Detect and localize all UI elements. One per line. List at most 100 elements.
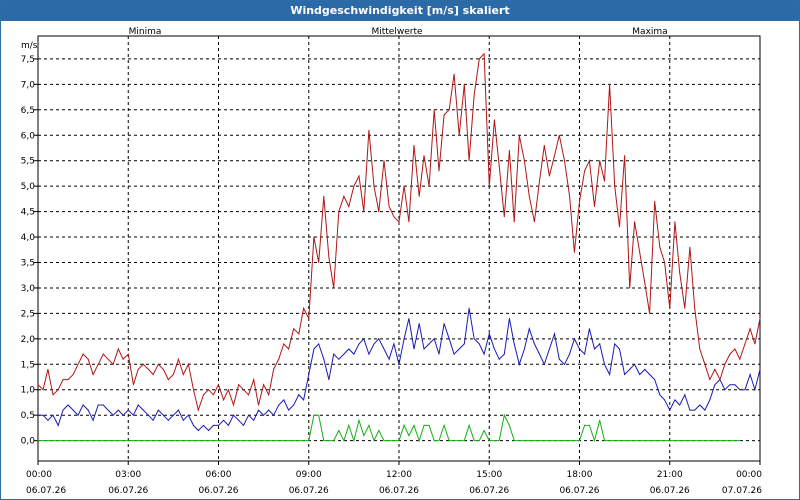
data-point-maxima — [503, 216, 505, 218]
data-point-mittelwerte — [117, 409, 119, 411]
data-point-mittelwerte — [483, 353, 485, 355]
y-tick-label: 5,0 — [21, 182, 36, 192]
data-point-mittelwerte — [599, 343, 601, 345]
data-point-maxima — [498, 165, 500, 167]
data-point-minima — [619, 440, 620, 442]
data-point-mittelwerte — [238, 419, 240, 421]
data-point-minima — [348, 424, 350, 426]
data-point-maxima — [398, 221, 400, 223]
data-point-mittelwerte — [639, 374, 641, 375]
data-point-minima — [453, 440, 455, 442]
data-point-maxima — [588, 160, 590, 162]
data-point-minima — [328, 440, 330, 442]
data-point-minima — [388, 440, 390, 442]
data-point-maxima — [714, 368, 716, 370]
data-point-mittelwerte — [433, 338, 435, 340]
data-point-mittelwerte — [759, 368, 761, 370]
data-point-maxima — [348, 206, 350, 207]
data-point-minima — [704, 440, 706, 442]
data-point-minima — [182, 440, 184, 442]
data-point-minima — [614, 440, 616, 442]
data-point-mittelwerte — [147, 414, 149, 416]
y-tick-label: 6,5 — [21, 106, 35, 116]
data-point-minima — [152, 440, 154, 442]
data-point-minima — [699, 440, 701, 442]
data-point-mittelwerte — [208, 430, 210, 431]
x-tick-time: 00:00 — [26, 470, 52, 480]
data-point-mittelwerte — [644, 368, 646, 370]
data-point-mittelwerte — [518, 363, 520, 365]
data-point-mittelwerte — [478, 343, 480, 345]
data-point-maxima — [288, 348, 290, 350]
data-point-maxima — [323, 195, 325, 197]
data-point-minima — [403, 424, 405, 426]
data-point-maxima — [72, 374, 74, 375]
data-point-maxima — [172, 374, 174, 375]
data-point-maxima — [463, 83, 465, 85]
data-point-mittelwerte — [122, 414, 124, 416]
data-point-maxima — [528, 195, 530, 197]
data-point-mittelwerte — [82, 404, 84, 406]
x-tick-date: 06.07.26 — [559, 486, 599, 496]
data-point-maxima — [634, 221, 636, 223]
data-point-maxima — [478, 58, 480, 60]
data-point-maxima — [77, 363, 79, 365]
data-point-maxima — [468, 160, 470, 162]
data-point-maxima — [649, 312, 651, 314]
data-point-maxima — [759, 318, 761, 319]
data-point-minima — [253, 440, 255, 442]
data-point-mittelwerte — [679, 404, 681, 406]
legend-minima: Minima — [129, 27, 162, 37]
data-point-mittelwerte — [182, 419, 184, 421]
data-point-maxima — [564, 160, 565, 162]
data-point-maxima — [112, 363, 114, 365]
data-point-mittelwerte — [564, 363, 565, 365]
data-point-mittelwerte — [178, 409, 179, 411]
data-point-minima — [634, 440, 636, 442]
data-point-maxima — [238, 384, 240, 386]
data-point-maxima — [639, 251, 641, 253]
data-point-mittelwerte — [233, 414, 234, 416]
data-point-maxima — [127, 353, 129, 355]
x-tick-time: 03:00 — [115, 470, 141, 480]
y-tick-label: 4,5 — [21, 208, 35, 218]
data-point-mittelwerte — [438, 353, 440, 355]
data-point-maxima — [604, 180, 605, 182]
data-point-maxima — [393, 216, 395, 218]
data-point-mittelwerte — [132, 414, 134, 416]
data-point-mittelwerte — [573, 338, 575, 340]
data-point-maxima — [679, 272, 681, 274]
data-point-mittelwerte — [92, 419, 94, 421]
data-point-maxima — [644, 282, 646, 284]
data-point-minima — [288, 440, 290, 442]
x-tick-date: 06.07.26 — [289, 486, 329, 496]
data-point-minima — [674, 440, 676, 442]
data-point-mittelwerte — [42, 414, 44, 416]
data-point-mittelwerte — [458, 348, 460, 350]
data-point-mittelwerte — [588, 328, 590, 330]
data-point-maxima — [278, 358, 280, 360]
data-point-mittelwerte — [227, 424, 229, 426]
data-point-minima — [508, 424, 510, 426]
data-point-maxima — [488, 185, 490, 187]
data-point-mittelwerte — [363, 338, 365, 340]
y-tick-label: 5,5 — [21, 157, 35, 167]
data-point-minima — [77, 440, 79, 442]
data-point-minima — [488, 440, 490, 442]
data-point-maxima — [624, 155, 626, 157]
data-point-mittelwerte — [739, 389, 741, 391]
data-point-minima — [353, 440, 355, 442]
data-point-maxima — [212, 394, 214, 396]
data-point-minima — [248, 440, 250, 442]
data-point-minima — [92, 440, 94, 442]
data-point-minima — [47, 440, 49, 442]
data-point-maxima — [318, 262, 320, 263]
data-point-mittelwerte — [584, 353, 586, 355]
data-point-minima — [629, 440, 631, 442]
x-tick-date: 06.07.26 — [198, 486, 238, 496]
data-point-maxima — [674, 221, 676, 223]
data-point-minima — [283, 440, 285, 442]
data-point-mittelwerte — [634, 363, 636, 365]
data-point-maxima — [218, 384, 219, 386]
data-point-maxima — [378, 211, 380, 213]
